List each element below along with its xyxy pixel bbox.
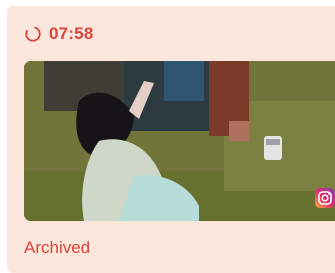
- media-thumbnail[interactable]: [24, 61, 335, 221]
- loading-ring-icon: [25, 26, 41, 42]
- status-label: Archived: [24, 238, 91, 257]
- timestamp: 07:58: [49, 24, 94, 43]
- instagram-icon: [315, 188, 335, 208]
- card-header: 07:58: [24, 23, 93, 45]
- media-card[interactable]: 07:58 Archived: [7, 6, 335, 273]
- thumbnail-image: [24, 61, 335, 221]
